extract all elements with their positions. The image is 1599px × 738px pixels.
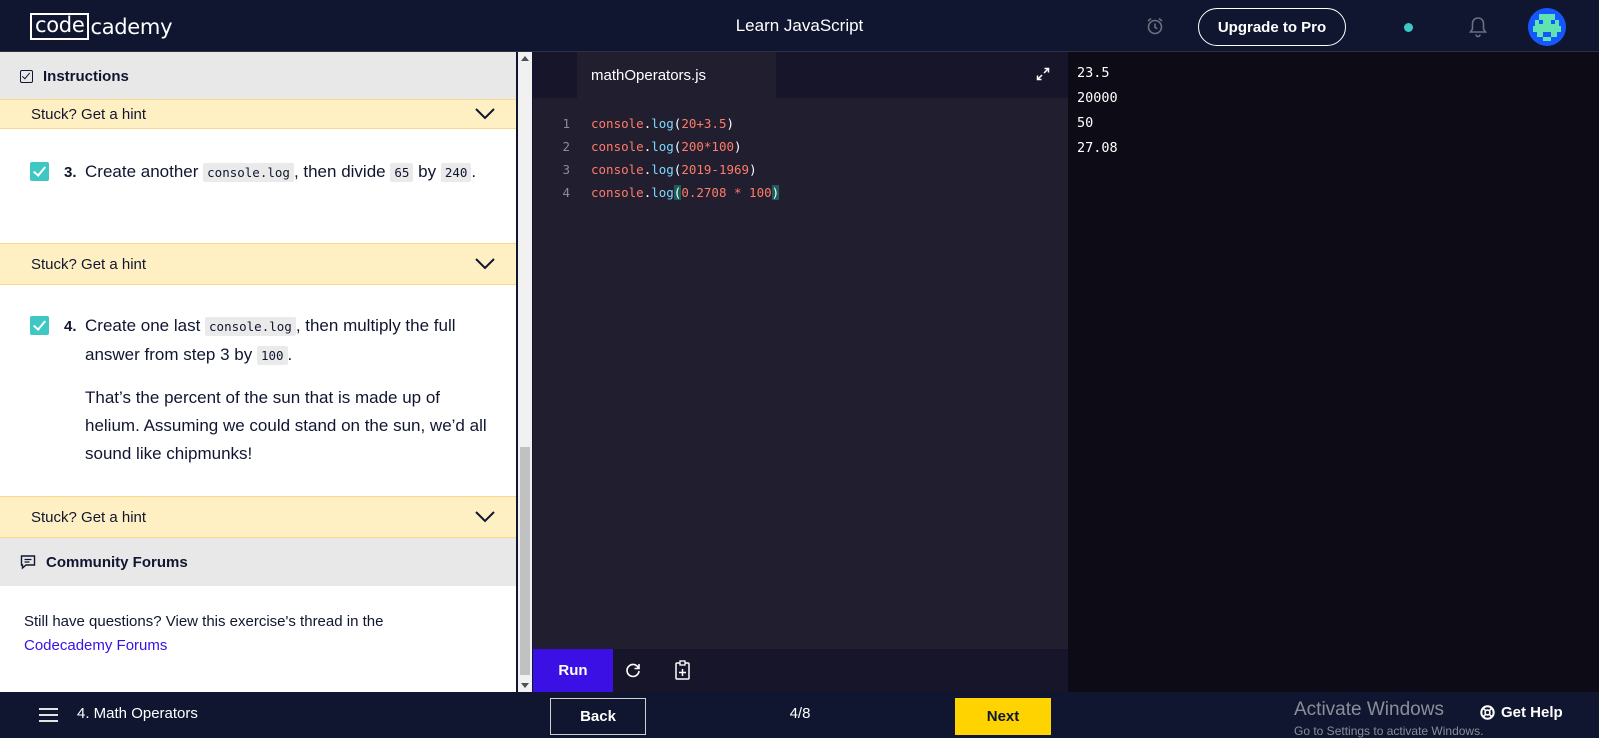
task-checked-icon[interactable] [30, 316, 49, 335]
task-checked-icon[interactable] [30, 162, 49, 181]
output-line: 50 [1077, 115, 1094, 131]
copy-to-clipboard-icon[interactable] [674, 660, 692, 681]
instructions-panel: Instructions Stuck? Get a hint 3. Create… [0, 52, 516, 692]
avatar[interactable] [1528, 8, 1566, 46]
hint-toggle-3[interactable]: Stuck? Get a hint [0, 243, 516, 285]
bottom-bar: 4. Math Operators Back 4/8 Next Activate… [0, 692, 1599, 738]
chevron-down-icon [475, 511, 495, 523]
code-args: 200*100 [681, 139, 735, 154]
inline-code: 65 [390, 163, 414, 182]
task-text-part: Create one last [85, 316, 206, 335]
code-editor: mathOperators.js 1 console.log(20+3.5) 2… [533, 52, 1068, 692]
code-args: 0.2708 * 100 [681, 185, 772, 200]
codecademy-forums-link[interactable]: Codecademy Forums [24, 634, 494, 658]
status-dot [1404, 23, 1413, 32]
lifebuoy-icon [1480, 705, 1495, 720]
instructions-title: Instructions [43, 67, 129, 85]
task-text: Create one last console.log, then multip… [85, 312, 490, 370]
code-method: log [651, 139, 674, 154]
task-number: 3. [64, 164, 77, 181]
task-text-part: . [471, 162, 477, 181]
code-line: 3 console.log(2019-1969) [533, 158, 1068, 181]
expand-icon[interactable] [1035, 66, 1051, 82]
scrollbar-thumb[interactable] [520, 447, 530, 675]
scroll-up-arrow-icon[interactable] [521, 56, 529, 61]
output-line: 27.08 [1077, 140, 1118, 156]
inline-code: 240 [440, 163, 472, 182]
code-method: log [651, 116, 674, 131]
run-bar: Run [533, 649, 1068, 692]
task-number: 4. [64, 318, 77, 335]
chevron-down-icon [475, 258, 495, 270]
code-object: console [591, 116, 644, 131]
instructions-scrollbar[interactable] [518, 52, 532, 692]
upgrade-to-pro-button[interactable]: Upgrade to Pro [1198, 8, 1346, 46]
line-number: 2 [562, 139, 570, 154]
code-line: 1 console.log(20+3.5) [533, 112, 1068, 135]
alarm-clock-icon[interactable] [1145, 16, 1165, 36]
community-forums-title: Community Forums [46, 553, 188, 571]
chat-icon [20, 555, 36, 570]
inline-code: 100 [256, 346, 288, 365]
line-number: 3 [562, 162, 570, 177]
hint-label: Stuck? Get a hint [31, 255, 147, 273]
task-extra-text: That’s the percent of the sun that is ma… [85, 388, 487, 463]
forum-text: Still have questions? View this exercise… [24, 613, 384, 630]
task-4: 4. Create one last console.log, then mul… [0, 310, 516, 510]
code-args: 20+3.5 [681, 116, 727, 131]
output-line: 20000 [1077, 90, 1118, 106]
lesson-progress: 4/8 [789, 705, 811, 722]
output-line: 23.5 [1077, 65, 1110, 81]
avatar-pixel-icon [1533, 14, 1561, 41]
hamburger-menu-icon[interactable] [38, 707, 59, 723]
run-button[interactable]: Run [533, 649, 613, 692]
bell-icon[interactable] [1467, 15, 1489, 39]
task-text-part: . [287, 345, 293, 364]
chevron-down-icon [475, 108, 495, 120]
task-text-part: Create another [85, 162, 204, 181]
code-object: console [591, 139, 644, 154]
code-area[interactable]: 1 console.log(20+3.5) 2 console.log(200*… [533, 112, 1068, 204]
reset-icon[interactable] [624, 661, 642, 679]
hint-label: Stuck? Get a hint [31, 508, 147, 526]
hint-toggle-2[interactable]: Stuck? Get a hint [0, 99, 516, 129]
task-text: Create another console.log, then divide … [85, 158, 490, 187]
activate-windows-watermark: Activate Windows [1294, 699, 1444, 720]
task-text-part: , then divide [293, 162, 391, 181]
editor-tab-bar: mathOperators.js [533, 52, 1068, 98]
inline-code: console.log [203, 163, 294, 182]
back-button[interactable]: Back [550, 698, 646, 735]
lesson-title[interactable]: 4. Math Operators [77, 705, 198, 722]
code-object: console [591, 162, 644, 177]
file-tab[interactable]: mathOperators.js [577, 52, 776, 98]
top-bar: code cademy Learn JavaScript Upgrade to P… [0, 0, 1599, 52]
forum-description: Still have questions? View this exercise… [24, 610, 494, 658]
code-method: log [651, 162, 674, 177]
task-3: 3. Create another console.log, then divi… [0, 156, 516, 246]
community-forums-header[interactable]: Community Forums [0, 538, 516, 586]
task-text-part: by [413, 162, 441, 181]
inline-code: console.log [205, 317, 296, 336]
instructions-header[interactable]: Instructions [0, 52, 516, 100]
code-line: 4 console.log(0.2708 * 100) [533, 181, 1068, 204]
line-number: 4 [562, 185, 570, 200]
get-help-label: Get Help [1501, 704, 1563, 721]
output-console: 23.5 20000 50 27.08 [1068, 52, 1599, 692]
code-method: log [651, 185, 674, 200]
activate-windows-subtext: Go to Settings to activate Windows. [1294, 724, 1484, 738]
course-title: Learn JavaScript [735, 16, 864, 35]
line-number: 1 [562, 116, 570, 131]
next-button[interactable]: Next [955, 698, 1051, 735]
code-object: console [591, 185, 644, 200]
checkbox-icon [20, 69, 33, 83]
hint-label: Stuck? Get a hint [31, 105, 147, 123]
code-args: 2019-1969 [681, 162, 750, 177]
get-help-button[interactable]: Get Help [1480, 704, 1563, 721]
hint-toggle-4[interactable]: Stuck? Get a hint [0, 496, 516, 538]
scroll-down-arrow-icon[interactable] [521, 683, 529, 688]
code-line: 2 console.log(200*100) [533, 135, 1068, 158]
